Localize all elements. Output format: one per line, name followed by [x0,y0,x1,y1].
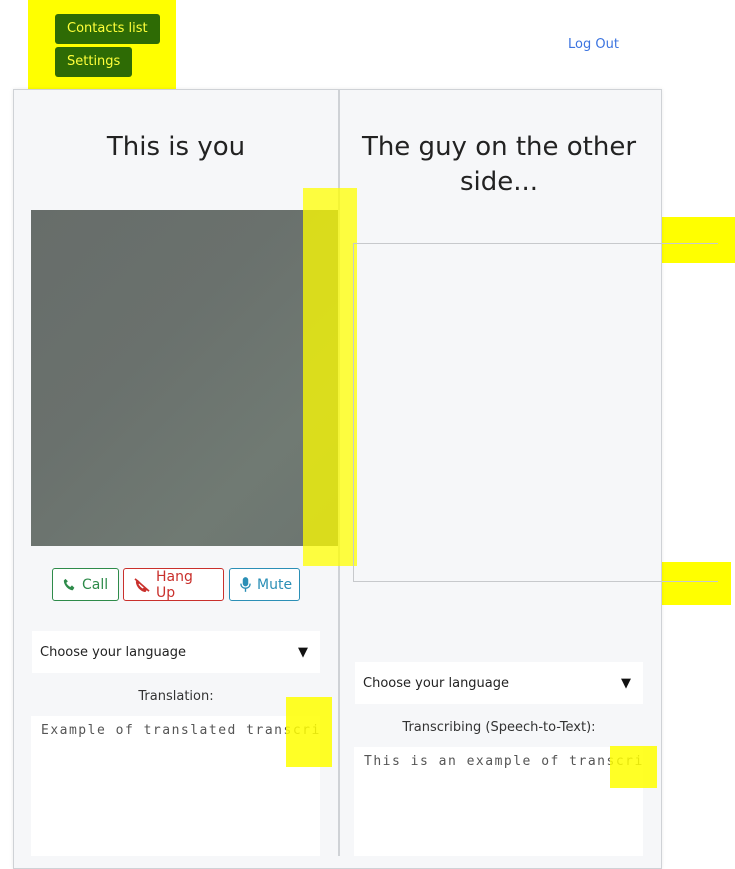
translation-label: Translation: [138,689,214,704]
highlight-transcript [610,746,657,788]
microphone-icon [240,577,251,592]
remote-language-value: Choose your language [363,675,510,691]
highlight-translation [286,697,332,767]
hang-up-label: Hang Up [156,568,193,601]
mute-button[interactable]: Mute [229,568,300,601]
dropdown-caret-icon: ▼ [298,644,308,660]
hang-up-button[interactable]: Hang Up [123,568,224,601]
remote-language-select[interactable]: Choose your language ▼ [355,662,643,704]
local-language-select[interactable]: Choose your language ▼ [32,631,320,673]
settings-button[interactable]: Settings [55,47,133,77]
highlight-local-video-overlay [303,188,357,566]
phone-icon [63,578,75,591]
logout-link[interactable]: Log Out [568,37,619,52]
call-button[interactable]: Call [52,568,119,601]
dropdown-caret-icon: ▼ [621,675,631,691]
local-language-value: Choose your language [40,644,187,660]
remote-heading: The guy on the other side... [361,132,637,197]
transcript-textarea[interactable]: This is an example of transcribing [354,747,643,856]
call-label: Call [82,576,109,593]
contacts-list-button[interactable]: Contacts list [55,14,160,44]
remote-video [353,243,718,582]
local-video [31,210,338,546]
transcript-text: This is an example of transcribing [364,754,643,769]
local-heading: This is you [106,132,246,162]
translation-textarea[interactable]: Example of translated transcript [31,716,320,856]
transcribing-label: Transcribing (Speech-to-Text): [402,720,596,735]
mute-label: Mute [257,576,293,593]
translation-text: Example of translated transcript [41,723,320,738]
phone-slash-icon [134,577,150,592]
